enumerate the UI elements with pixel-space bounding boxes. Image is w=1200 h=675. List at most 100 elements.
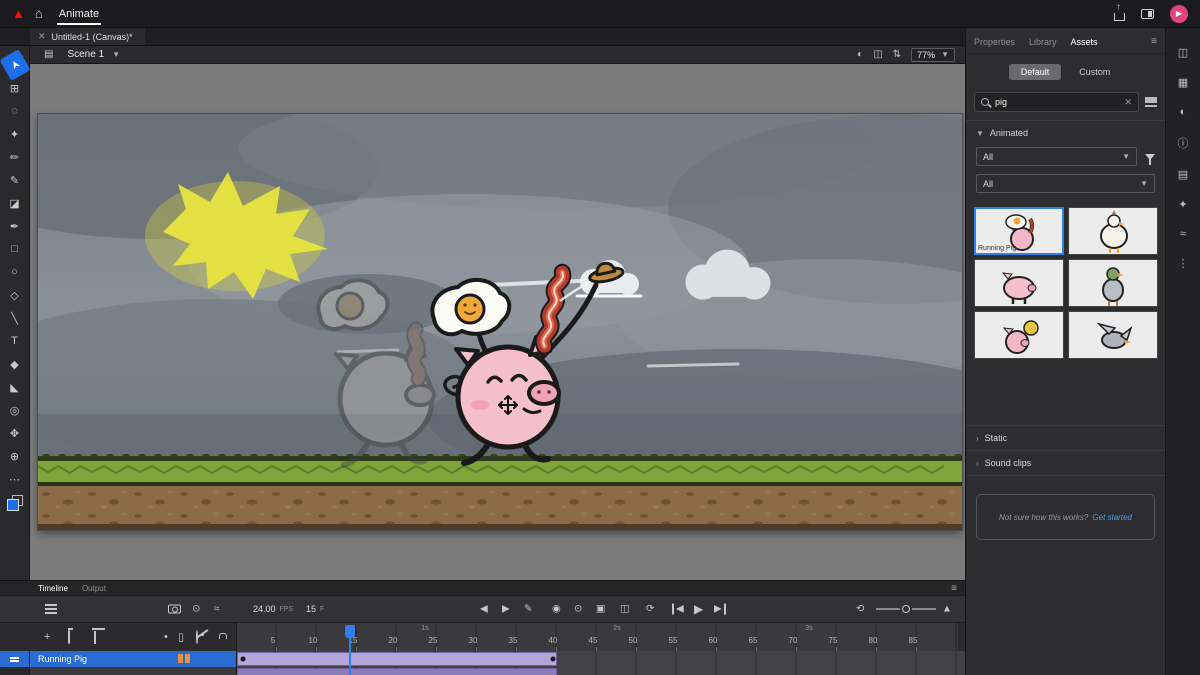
outline-layers-icon[interactable]: ▯ — [178, 631, 184, 644]
panel-align-icon[interactable]: ▦ — [1178, 76, 1188, 89]
prev-keyframe-icon[interactable]: ◀ — [480, 604, 488, 615]
zoom-tool[interactable]: ⊕ — [3, 445, 27, 467]
filter-icon[interactable] — [1145, 154, 1155, 160]
clear-search-icon[interactable]: ✕ — [1124, 97, 1132, 108]
panel-properties-icon[interactable]: ◫ — [1178, 46, 1188, 59]
layer-track[interactable] — [237, 651, 965, 667]
asset-search-field[interactable]: ✕ — [974, 92, 1139, 112]
layer-name[interactable]: Running Pig — [38, 654, 87, 664]
asset-thumbnail-3[interactable] — [974, 259, 1064, 307]
layers-icon[interactable] — [45, 604, 57, 614]
eraser-tool[interactable]: ◪ — [3, 192, 27, 214]
show-hide-all-icon[interactable] — [196, 631, 198, 643]
asset-thumbnail-running-pig[interactable]: Running Pig — [974, 207, 1064, 255]
onion-skin-icon[interactable]: ◉ — [552, 604, 561, 615]
tween-span[interactable] — [237, 668, 557, 675]
panel-brushes-icon[interactable]: ✦ — [1178, 198, 1187, 211]
fluid-brush-tool[interactable]: ✏ — [3, 146, 27, 168]
search-input[interactable] — [995, 97, 1118, 107]
panel-swatches-icon[interactable]: ▤ — [1178, 168, 1188, 181]
play-icon[interactable]: ▶ — [694, 602, 703, 616]
app-title[interactable]: Animate — [57, 2, 101, 26]
scene-chevron-icon[interactable]: ▼ — [112, 50, 120, 59]
lasso-tool[interactable]: ◌ — [3, 100, 27, 122]
more-tools[interactable]: ⋯ — [3, 468, 27, 490]
center-stage-icon[interactable]: ◫ — [873, 49, 882, 60]
pen-tool[interactable]: ✒ — [3, 215, 27, 237]
tab-timeline[interactable]: Timeline — [38, 584, 68, 593]
asset-thumbnail-5[interactable] — [974, 311, 1064, 359]
insert-keyframe-icon[interactable]: ✎ — [524, 604, 532, 615]
highlight-layers-icon[interactable]: • — [164, 631, 168, 643]
animated-category-select[interactable]: All ▼ — [976, 147, 1137, 166]
timeline-zoom-slider[interactable] — [876, 605, 936, 613]
add-camera-icon[interactable] — [168, 605, 181, 614]
stage[interactable] — [38, 114, 962, 530]
step-forward-icon[interactable]: ▶ — [714, 604, 726, 615]
asset-warp-tool[interactable]: ✦ — [3, 123, 27, 145]
tab-library[interactable]: Library — [1029, 37, 1057, 47]
timeline-menu-icon[interactable]: ≡ — [951, 583, 965, 594]
panel-color-icon[interactable]: ◐ — [1180, 106, 1187, 118]
tab-properties[interactable]: Properties — [974, 37, 1015, 47]
free-transform-tool[interactable]: ⊞ — [3, 77, 27, 99]
section-animated[interactable]: ▼ Animated — [966, 120, 1165, 145]
edit-multiple-frames-icon[interactable]: ▣ — [596, 604, 605, 615]
oval-tool[interactable]: ○ — [3, 261, 27, 283]
get-started-link[interactable]: Get started — [1092, 513, 1132, 522]
hand-tool[interactable]: ✥ — [3, 422, 27, 444]
animated-subcategory-select[interactable]: All ▼ — [976, 174, 1155, 193]
default-mode-button[interactable]: Default — [1009, 64, 1062, 80]
panel-graph-icon[interactable]: ≈ — [1180, 228, 1186, 240]
asset-thumbnail-2[interactable] — [1068, 207, 1158, 255]
close-tab-icon[interactable]: ✕ — [38, 31, 46, 42]
show-parenting-icon[interactable]: ⊙ — [192, 604, 200, 615]
share-icon[interactable] — [1114, 13, 1125, 21]
workspace-icon[interactable] — [1141, 9, 1154, 19]
eyedropper-tool[interactable]: ◆ — [3, 353, 27, 375]
layer-row-2[interactable] — [0, 667, 965, 675]
tab-output[interactable]: Output — [82, 584, 106, 593]
panel-menu-icon[interactable]: ≡ — [1151, 36, 1157, 47]
list-view-icon[interactable] — [1145, 97, 1157, 107]
layer-row-running-pig[interactable]: Running Pig — [0, 651, 965, 667]
zoom-level-select[interactable]: 77% ▼ — [911, 48, 955, 62]
next-keyframe-icon[interactable]: ▶ — [502, 604, 510, 615]
asset-thumbnail-6[interactable] — [1068, 311, 1158, 359]
layer-track[interactable] — [237, 667, 965, 675]
quick-share-play-icon[interactable]: ▶ — [1170, 5, 1188, 23]
text-tool[interactable]: T — [3, 330, 27, 352]
new-folder-icon[interactable] — [68, 631, 70, 643]
custom-mode-button[interactable]: Custom — [1067, 64, 1122, 80]
asset-thumbnail-4[interactable] — [1068, 259, 1158, 307]
zoom-stepper-icon[interactable]: ⇅ — [893, 49, 901, 60]
polystar-tool[interactable]: ◇ — [3, 284, 27, 306]
delete-layer-icon[interactable] — [94, 631, 96, 643]
fill-stroke-swatches[interactable] — [7, 495, 23, 511]
panel-components-icon[interactable]: ⋮ — [1178, 257, 1189, 270]
step-back-icon[interactable]: ◀ — [672, 604, 684, 615]
pasteboard[interactable] — [30, 64, 965, 580]
clip-content-icon[interactable]: ◐ — [857, 49, 863, 60]
reset-timeline-zoom-icon[interactable]: ⟲ — [856, 604, 864, 615]
paint-bucket-tool[interactable]: ◣ — [3, 376, 27, 398]
playhead[interactable] — [345, 625, 355, 638]
section-sound-clips[interactable]: › Sound clips — [966, 450, 1165, 476]
timeline-zoom-fit-icon[interactable]: ▲ — [942, 604, 952, 615]
graph-editor-icon[interactable]: ≈ — [214, 604, 220, 615]
marker-range-icon[interactable]: ◫ — [620, 604, 629, 615]
classic-brush-tool[interactable]: ✎ — [3, 169, 27, 191]
document-tab[interactable]: ✕ Untitled-1 (Canvas)* — [30, 28, 145, 45]
edit-scene-icon[interactable]: ▤ — [44, 49, 53, 60]
new-layer-icon[interactable]: + — [44, 631, 50, 643]
home-icon[interactable]: ⌂ — [35, 6, 43, 21]
loop-icon[interactable]: ⟳ — [646, 604, 654, 615]
onion-outline-icon[interactable]: ⊙ — [574, 604, 582, 615]
frame-rate-value[interactable]: 24.00FPS — [253, 604, 293, 614]
camera-tool[interactable]: ◎ — [3, 399, 27, 421]
section-static[interactable]: › Static — [966, 425, 1165, 450]
line-tool[interactable]: ╲ — [3, 307, 27, 329]
rectangle-tool[interactable]: □ — [3, 238, 27, 260]
tab-assets[interactable]: Assets — [1071, 37, 1098, 47]
tween-span[interactable] — [237, 652, 557, 666]
